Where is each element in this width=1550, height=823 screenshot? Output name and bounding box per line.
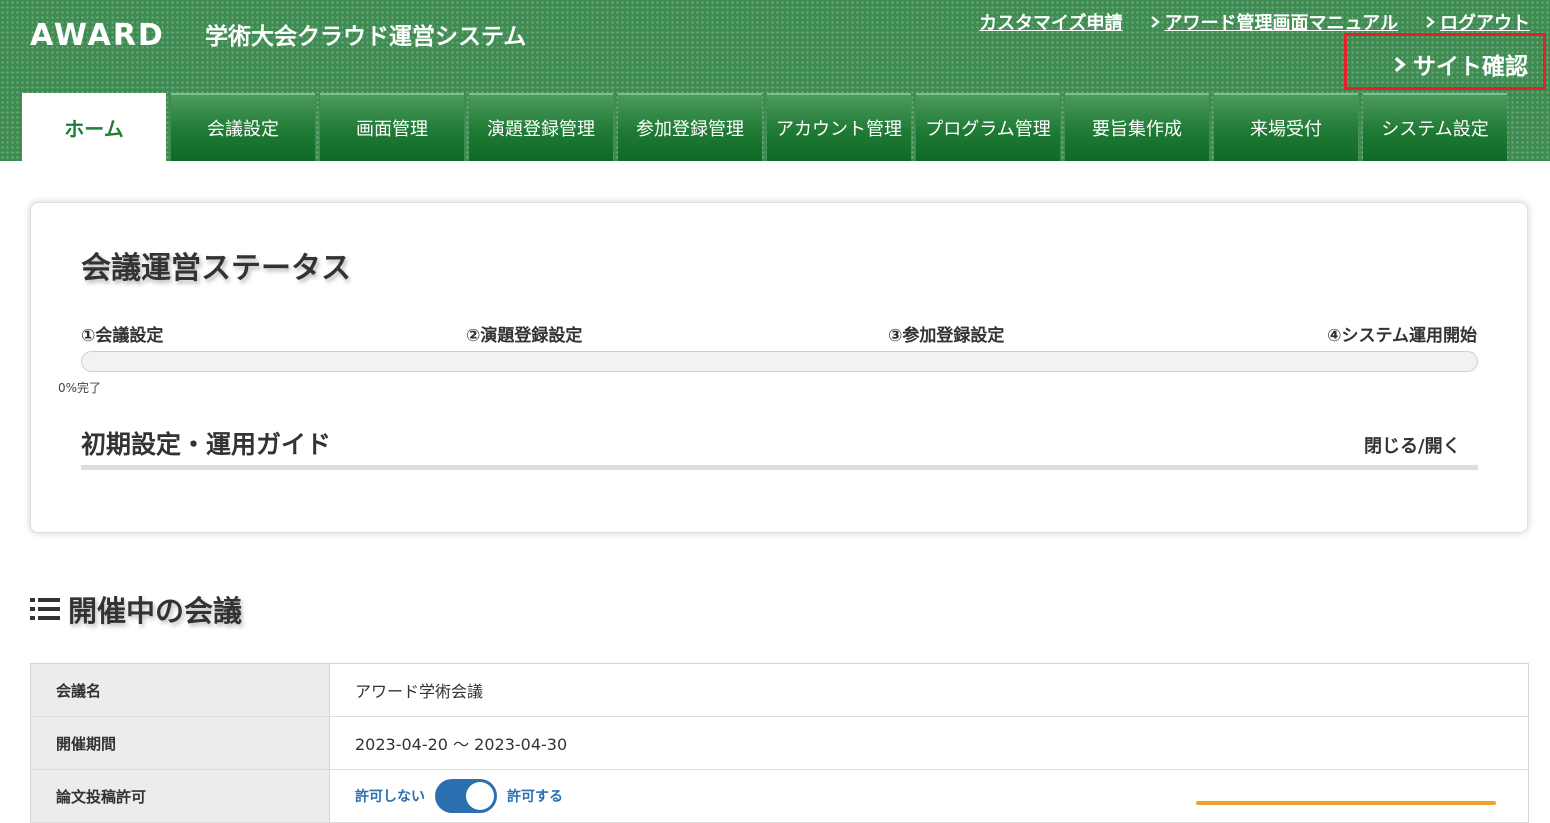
- logout-link-label: ログアウト: [1440, 13, 1530, 34]
- tab-abstract-registration[interactable]: 演題登録管理: [469, 93, 613, 161]
- step-system-start: ④システム運用開始: [1327, 326, 1477, 346]
- award-logo[interactable]: AWARD: [30, 18, 165, 54]
- row-value: アワード学術会議: [329, 663, 1529, 717]
- section-heading: 開催中の会議: [30, 588, 242, 630]
- site-check-link[interactable]: サイト確認: [1392, 47, 1528, 81]
- progress-label: 0%完了: [58, 381, 102, 395]
- switch-knob: [466, 782, 494, 810]
- tab-program-management[interactable]: プログラム管理: [916, 93, 1060, 161]
- app-header: AWARD 学術大会クラウド運営システム カスタマイズ申請 アワード管理画面マニ…: [0, 0, 1550, 161]
- guide-toggle-button[interactable]: 閉じる/開く: [1364, 432, 1461, 458]
- step-participant-settings: ③参加登録設定: [888, 326, 1005, 346]
- chevron-right-icon: [1426, 16, 1435, 28]
- table-row: 会議名 アワード学術会議: [30, 663, 1529, 717]
- site-check-label: サイト確認: [1413, 54, 1528, 80]
- row-label: 論文投稿許可: [30, 769, 330, 823]
- tab-participant-registration[interactable]: 参加登録管理: [618, 93, 762, 161]
- chevron-right-icon: [1150, 16, 1160, 28]
- chevron-right-icon: [1394, 56, 1406, 72]
- guide-title: 初期設定・運用ガイド: [81, 430, 332, 459]
- customize-request-link[interactable]: カスタマイズ申請: [979, 9, 1122, 35]
- progress-bar: [81, 351, 1478, 372]
- step-conference-settings: ①会議設定: [81, 326, 164, 346]
- table-row: 論文投稿許可 許可しない 許可する: [30, 769, 1529, 823]
- main-nav: ホーム 会議設定 画面管理 演題登録管理 参加登録管理 アカウント管理 プログラ…: [22, 93, 1507, 161]
- table-row: 開催期間 2023-04-20 ～ 2023-04-30: [30, 716, 1529, 770]
- conference-table: 会議名 アワード学術会議 開催期間 2023-04-20 ～ 2023-04-3…: [30, 663, 1529, 823]
- submission-permission-switch[interactable]: [435, 779, 497, 813]
- manual-link-label: アワード管理画面マニュアル: [1164, 13, 1398, 34]
- tab-system-settings[interactable]: システム設定: [1363, 93, 1507, 161]
- tab-screen-management[interactable]: 画面管理: [320, 93, 464, 161]
- section-title: 開催中の会議: [68, 594, 243, 628]
- tab-abstract-book[interactable]: 要旨集作成: [1065, 93, 1209, 161]
- operation-status-card: 会議運営ステータス ①会議設定 ②演題登録設定 ③参加登録設定 ④システム運用開…: [30, 202, 1528, 533]
- manual-link[interactable]: アワード管理画面マニュアル: [1149, 9, 1398, 35]
- row-label: 開催期間: [30, 716, 330, 770]
- toggle-off-label: 許可しない: [355, 789, 425, 805]
- toggle-on-label: 許可する: [507, 789, 563, 805]
- list-icon: [30, 598, 60, 620]
- logout-link[interactable]: ログアウト: [1424, 9, 1530, 35]
- row-label: 会議名: [30, 663, 330, 717]
- guide-divider: [81, 465, 1478, 470]
- tab-account-management[interactable]: アカウント管理: [767, 93, 911, 161]
- submission-permission-toggle-group: 許可しない 許可する: [355, 779, 1528, 813]
- step-abstract-settings: ②演題登録設定: [466, 326, 583, 346]
- tab-home[interactable]: ホーム: [22, 93, 166, 161]
- bottom-accent-bar: [1196, 801, 1496, 805]
- row-value: 2023-04-20 ～ 2023-04-30: [329, 716, 1529, 770]
- row-value: 許可しない 許可する: [329, 769, 1529, 823]
- tab-conference-settings[interactable]: 会議設定: [171, 93, 315, 161]
- customize-request-label: カスタマイズ申請: [979, 13, 1123, 34]
- header-links: カスタマイズ申請 アワード管理画面マニュアル ログアウト: [979, 10, 1530, 34]
- app-title: 学術大会クラウド運営システム: [205, 24, 527, 50]
- status-title: 会議運営ステータス: [81, 251, 351, 286]
- tab-reception[interactable]: 来場受付: [1214, 93, 1358, 161]
